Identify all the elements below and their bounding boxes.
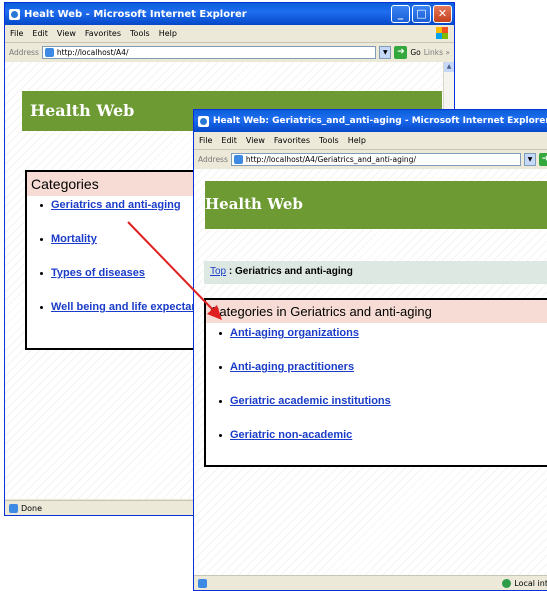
back-menu-bar: File Edit View Favorites Tools Help: [5, 25, 454, 43]
front-categories-heading: Categories in Geriatrics and anti-aging: [206, 300, 547, 323]
menu-view[interactable]: View: [57, 29, 76, 38]
menu-tools[interactable]: Tools: [130, 29, 150, 38]
front-site-title: Health Web: [205, 195, 303, 213]
category-link-geriatric-non-academic[interactable]: Geriatric non-academic: [230, 429, 352, 441]
menu-edit[interactable]: Edit: [32, 29, 48, 38]
menu-tools[interactable]: Tools: [319, 136, 339, 145]
front-window-title: Healt Web: Geriatrics_and_anti-aging - M…: [213, 116, 547, 126]
windows-flag-icon: [436, 27, 448, 39]
page-icon: [9, 503, 18, 513]
status-zone: Local int: [502, 578, 547, 588]
status-zone-label: Local int: [514, 578, 547, 588]
back-address-input[interactable]: http://localhost/A4/: [41, 46, 377, 59]
front-site-banner: Health Web: [205, 181, 547, 229]
ie-logo-icon: [9, 8, 20, 20]
front-status-bar: Local int: [194, 575, 547, 590]
category-link-anti-aging-organizations[interactable]: Anti-aging organizations: [230, 327, 359, 339]
breadcrumb-current: : Geriatrics and anti-aging: [226, 266, 353, 277]
breadcrumb-top-link[interactable]: Top: [210, 266, 226, 277]
menu-help[interactable]: Help: [159, 29, 177, 38]
breadcrumb: Top : Geriatrics and anti-aging: [204, 261, 547, 284]
list-item: Geriatric non-academic: [206, 429, 547, 463]
links-button[interactable]: Links »: [424, 48, 454, 57]
front-categories-box: Categories in Geriatrics and anti-aging …: [204, 298, 547, 467]
close-icon[interactable]: ✕: [433, 5, 452, 23]
back-window-title: Healt Web - Microsoft Internet Explorer: [24, 8, 247, 20]
front-address-url: http://localhost/A4/Geriatrics_and_anti-…: [245, 155, 416, 164]
category-link-well-being[interactable]: Well being and life expectan: [51, 301, 198, 313]
category-link-types-of-diseases[interactable]: Types of diseases: [51, 267, 145, 279]
front-title-bar[interactable]: Healt Web: Geriatrics_and_anti-aging - M…: [194, 110, 547, 132]
go-arrow-icon[interactable]: ➜: [394, 46, 408, 59]
front-address-input[interactable]: http://localhost/A4/Geriatrics_and_anti-…: [230, 153, 521, 166]
page-icon: [198, 578, 207, 588]
category-link-mortality[interactable]: Mortality: [51, 233, 97, 245]
menu-edit[interactable]: Edit: [221, 136, 237, 145]
front-page-content: Health Web Top : Geriatrics and anti-agi…: [194, 169, 547, 576]
go-button[interactable]: Go: [410, 48, 420, 57]
scroll-up-icon[interactable]: ▲: [444, 62, 454, 72]
page-icon: [233, 155, 243, 164]
menu-file[interactable]: File: [10, 29, 23, 38]
address-dropdown-icon[interactable]: ▼: [379, 46, 392, 59]
list-item: Anti-aging organizations: [206, 327, 547, 361]
back-site-title: Health Web: [30, 101, 135, 120]
back-status-text: Done: [21, 503, 43, 513]
back-address-bar: Address http://localhost/A4/ ▼ ➜ Go Link…: [5, 43, 454, 63]
globe-icon: [502, 578, 512, 588]
menu-help[interactable]: Help: [348, 136, 366, 145]
menu-file[interactable]: File: [199, 136, 212, 145]
address-label: Address: [198, 155, 228, 164]
address-label: Address: [9, 48, 39, 57]
category-link-geriatrics[interactable]: Geriatrics and anti-aging: [51, 199, 181, 211]
list-item: Geriatric academic institutions: [206, 395, 547, 429]
go-arrow-icon[interactable]: ➜: [539, 153, 547, 166]
menu-favorites[interactable]: Favorites: [274, 136, 310, 145]
front-address-bar: Address http://localhost/A4/Geriatrics_a…: [194, 150, 547, 170]
front-categories-list: Anti-aging organizations Anti-aging prac…: [206, 323, 547, 463]
category-link-geriatric-academic[interactable]: Geriatric academic institutions: [230, 395, 391, 407]
category-link-anti-aging-practitioners[interactable]: Anti-aging practitioners: [230, 361, 354, 373]
ie-logo-icon: [198, 115, 209, 127]
menu-favorites[interactable]: Favorites: [85, 29, 121, 38]
page-icon: [44, 48, 54, 57]
front-browser-window: Healt Web: Geriatrics_and_anti-aging - M…: [193, 109, 547, 591]
address-dropdown-icon[interactable]: ▼: [524, 153, 536, 166]
menu-view[interactable]: View: [246, 136, 265, 145]
minimize-icon[interactable]: _: [391, 5, 410, 23]
maximize-icon[interactable]: □: [412, 5, 431, 23]
back-title-bar[interactable]: Healt Web - Microsoft Internet Explorer …: [5, 3, 454, 25]
back-address-url: http://localhost/A4/: [56, 48, 129, 57]
list-item: Anti-aging practitioners: [206, 361, 547, 395]
front-menu-bar: File Edit View Favorites Tools Help: [194, 132, 547, 150]
